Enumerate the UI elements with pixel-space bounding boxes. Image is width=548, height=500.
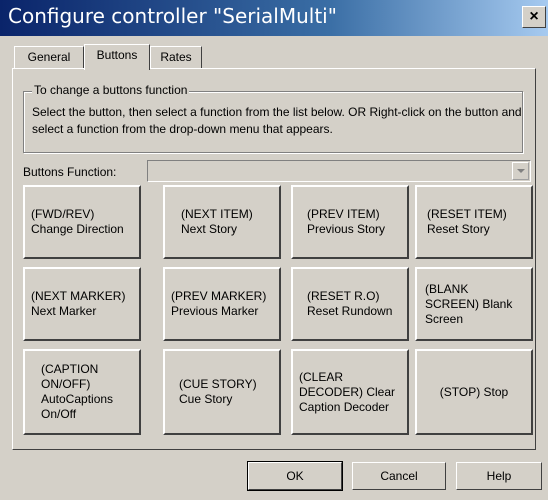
cancel-button-label: Cancel <box>380 469 418 483</box>
ok-button-label: OK <box>286 469 304 483</box>
dialog-window: Configure controller "SerialMulti" × Gen… <box>0 0 548 500</box>
tab-general-label: General <box>27 50 71 64</box>
controller-button-label: (RESET R.O) Reset Rundown <box>307 289 393 318</box>
buttons-function-label: Buttons Function: <box>23 165 117 179</box>
controller-button-fwd-rev[interactable]: (FWD/REV) Change Direction <box>23 185 141 259</box>
controller-button-cue-story[interactable]: (CUE STORY) Cue Story <box>163 349 281 435</box>
controller-button-reset-item[interactable]: (RESET ITEM) Reset Story <box>415 185 533 259</box>
tab-general[interactable]: General <box>14 46 84 68</box>
controller-button-next-marker[interactable]: (NEXT MARKER) Next Marker <box>23 267 141 341</box>
controller-button-label: (PREV ITEM) Previous Story <box>307 207 386 236</box>
group-legend: To change a buttons function <box>32 83 190 97</box>
instructions-text: Select the button, then select a functio… <box>32 105 522 136</box>
ok-button[interactable]: OK <box>247 461 343 491</box>
controller-button-label: (CAPTION ON/OFF) AutoCaptions On/Off <box>41 362 114 421</box>
close-icon: × <box>529 8 539 25</box>
help-button[interactable]: Help <box>456 462 542 490</box>
title-bar[interactable]: Configure controller "SerialMulti" × <box>0 0 548 36</box>
tab-buttons-label: Buttons <box>96 48 138 62</box>
tab-panel-buttons: To change a buttons function Select the … <box>12 68 536 450</box>
chevron-down-icon[interactable] <box>512 162 529 180</box>
controller-button-label: (RESET ITEM) Reset Story <box>427 207 507 236</box>
controller-button-label: (FWD/REV) Change Direction <box>31 207 124 236</box>
tab-rates[interactable]: Rates <box>150 46 202 68</box>
controller-button-stop[interactable]: (STOP) Stop <box>415 349 533 435</box>
buttons-function-select[interactable] <box>147 160 531 182</box>
controller-button-next-item[interactable]: (NEXT ITEM) Next Story <box>163 185 281 259</box>
controller-button-prev-item[interactable]: (PREV ITEM) Previous Story <box>291 185 409 259</box>
instructions-group: To change a buttons function Select the … <box>23 83 523 153</box>
controller-button-reset-ro[interactable]: (RESET R.O) Reset Rundown <box>291 267 409 341</box>
controller-button-label: (CUE STORY) Cue Story <box>179 377 257 406</box>
controller-button-prev-marker[interactable]: (PREV MARKER) Previous Marker <box>163 267 281 341</box>
tab-buttons[interactable]: Buttons <box>84 44 150 70</box>
tab-rates-label: Rates <box>160 50 192 64</box>
controller-button-label: (PREV MARKER) Previous Marker <box>171 289 267 318</box>
close-button[interactable]: × <box>522 6 546 28</box>
controller-button-label: (NEXT ITEM) Next Story <box>181 207 253 236</box>
controller-button-label: (CLEAR DECODER) Clear Caption Decoder <box>299 369 396 414</box>
controller-button-label: (BLANK SCREEN) Blank Screen <box>425 281 513 326</box>
controller-button-label: (NEXT MARKER) Next Marker <box>31 289 126 318</box>
help-button-label: Help <box>486 469 512 483</box>
controller-button-blank-screen[interactable]: (BLANK SCREEN) Blank Screen <box>415 267 533 341</box>
window-title: Configure controller "SerialMulti" <box>8 4 337 28</box>
cancel-button[interactable]: Cancel <box>352 462 446 490</box>
controller-button-label: (STOP) Stop <box>439 384 509 399</box>
controller-button-caption[interactable]: (CAPTION ON/OFF) AutoCaptions On/Off <box>23 349 141 435</box>
controller-button-clear-decoder[interactable]: (CLEAR DECODER) Clear Caption Decoder <box>291 349 409 435</box>
